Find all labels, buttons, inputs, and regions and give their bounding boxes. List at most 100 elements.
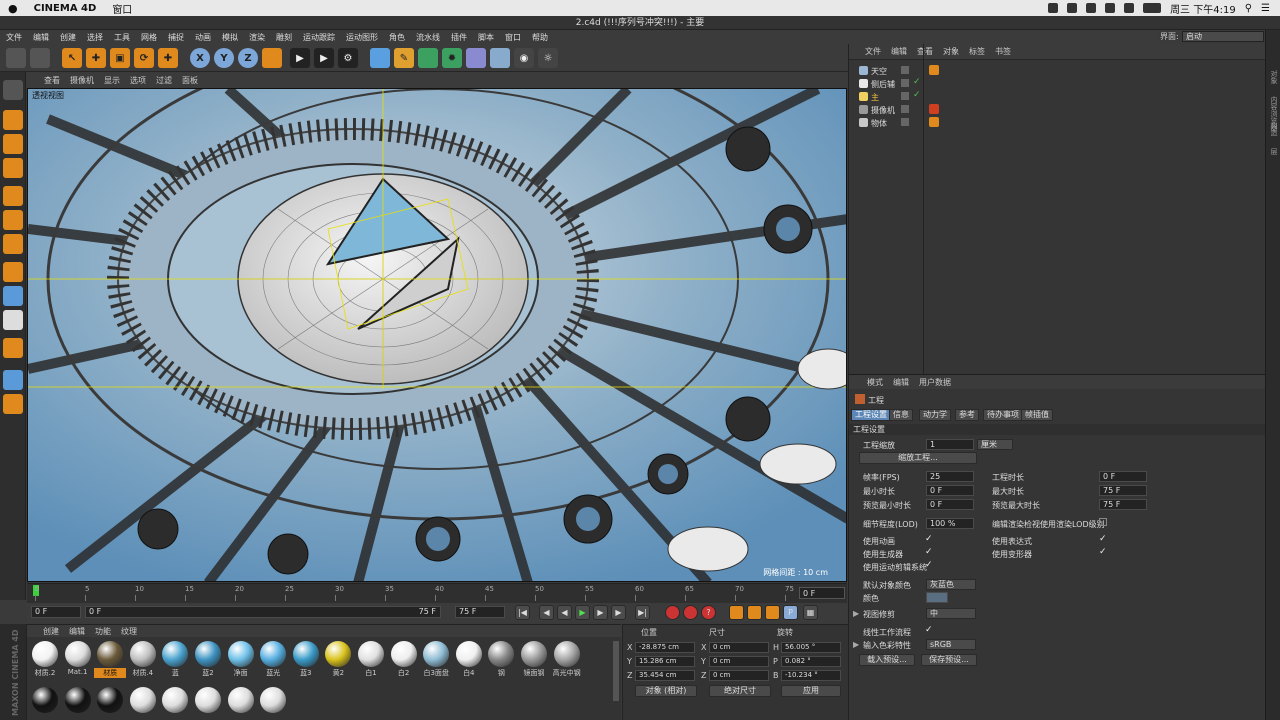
- menu-item[interactable]: 模拟: [222, 32, 238, 43]
- min-time-field[interactable]: 0 F: [926, 485, 974, 496]
- material-preview[interactable]: [227, 687, 254, 713]
- rot-b-field[interactable]: -10.234 °: [781, 670, 841, 681]
- material-item[interactable]: 材质.4: [127, 641, 159, 678]
- points-mode-icon[interactable]: [3, 186, 23, 206]
- menu-list-icon[interactable]: ☰: [1261, 3, 1270, 14]
- tweak-icon[interactable]: [3, 286, 23, 306]
- material-preview[interactable]: [64, 687, 91, 713]
- enabled-check-icon[interactable]: ✓: [913, 90, 921, 100]
- size-mode-select[interactable]: 绝对尺寸: [709, 685, 771, 697]
- perspective-viewport[interactable]: 透视视图 网格间距 : 10 cm: [27, 88, 847, 582]
- menu-item[interactable]: 动画: [195, 32, 211, 43]
- menu-item[interactable]: 流水线: [416, 32, 440, 43]
- object-row[interactable]: 摄像机: [849, 103, 1266, 116]
- polygons-mode-icon[interactable]: [3, 234, 23, 254]
- live-select-icon[interactable]: ✚: [158, 48, 178, 68]
- coord-system-icon[interactable]: [262, 48, 282, 68]
- material-item[interactable]: 材质.2: [29, 641, 61, 678]
- battery-icon[interactable]: [1143, 3, 1162, 13]
- pos-z-field[interactable]: 35.454 cm: [635, 670, 695, 681]
- render-settings-icon[interactable]: ⚙: [338, 48, 358, 68]
- menu-item[interactable]: 编辑: [33, 32, 49, 43]
- deformer-icon[interactable]: [466, 48, 486, 68]
- z-axis-icon[interactable]: Z: [238, 48, 258, 68]
- apply-button[interactable]: 应用: [781, 685, 841, 697]
- save-preset-button[interactable]: 保存预设...: [921, 654, 977, 666]
- expr-checkbox[interactable]: ✓: [1099, 534, 1107, 544]
- object-menu-item[interactable]: 查看: [917, 46, 933, 57]
- lod-field[interactable]: 100 %: [926, 518, 974, 529]
- light-icon[interactable]: ☼: [538, 48, 558, 68]
- select-icon[interactable]: ↖: [62, 48, 82, 68]
- material-item[interactable]: Mat.1: [62, 641, 94, 676]
- menu-item[interactable]: 运动图形: [346, 32, 378, 43]
- key-scale-icon[interactable]: [747, 605, 762, 620]
- visibility-icon[interactable]: [901, 105, 909, 113]
- status-icon[interactable]: [1086, 3, 1097, 13]
- material-preview[interactable]: [129, 687, 156, 713]
- axis-icon[interactable]: [3, 262, 23, 282]
- material-preview[interactable]: [97, 687, 124, 713]
- material-item[interactable]: 净面: [225, 641, 257, 678]
- material-item[interactable]: 材质: [94, 641, 127, 678]
- material-item[interactable]: 蓝3: [290, 641, 322, 678]
- menu-item[interactable]: 脚本: [478, 32, 494, 43]
- scale-unit-select[interactable]: 厘米: [977, 439, 1013, 450]
- prev-frame-icon[interactable]: ◀: [557, 605, 572, 620]
- menu-item[interactable]: 网格: [141, 32, 157, 43]
- visibility-icon[interactable]: [901, 92, 909, 100]
- material-preview[interactable]: [260, 687, 287, 713]
- attr-tab[interactable]: 信息: [889, 409, 913, 421]
- viewport-menu-item[interactable]: 显示: [104, 75, 120, 86]
- visibility-icon[interactable]: [901, 66, 909, 74]
- attr-tab[interactable]: 帧插值: [1021, 409, 1053, 421]
- next-frame-icon[interactable]: ▶: [593, 605, 608, 620]
- gen-checkbox[interactable]: ✓: [925, 547, 933, 557]
- y-axis-icon[interactable]: Y: [214, 48, 234, 68]
- current-frame-field[interactable]: 0 F: [799, 587, 845, 599]
- viewport-menu-item[interactable]: 摄像机: [70, 75, 94, 86]
- material-menu-item[interactable]: 创建: [43, 626, 59, 637]
- menu-item[interactable]: 窗口: [505, 32, 521, 43]
- render-view-icon[interactable]: ▶: [290, 48, 310, 68]
- pos-y-field[interactable]: 15.286 cm: [635, 656, 695, 667]
- timeline-ruler[interactable]: 0 5 10 15 20 25 30 35 40 45 50 55 60 65 70 75 0 F: [27, 583, 847, 603]
- deform-checkbox[interactable]: ✓: [1099, 547, 1107, 557]
- camera-icon[interactable]: ◉: [514, 48, 534, 68]
- window-menu[interactable]: 窗口: [112, 1, 132, 16]
- viewport-menu-item[interactable]: 过滤: [156, 75, 172, 86]
- colorprofile-arrow-icon[interactable]: ▶: [853, 640, 859, 649]
- workplane-icon[interactable]: [3, 158, 23, 178]
- make-editable-icon[interactable]: [3, 80, 23, 100]
- right-strip-tab[interactable]: 层: [1269, 148, 1279, 155]
- cube-icon[interactable]: [370, 48, 390, 68]
- end-frame-field[interactable]: 75 F: [455, 606, 505, 618]
- attr-tab[interactable]: 参考: [955, 409, 979, 421]
- key-pla-icon[interactable]: ▦: [803, 605, 818, 620]
- scale-field[interactable]: 1: [926, 439, 974, 450]
- clock[interactable]: 周三 下午4:19: [1170, 1, 1236, 16]
- enabled-check-icon[interactable]: ✓: [913, 77, 921, 87]
- object-menu-item[interactable]: 编辑: [891, 46, 907, 57]
- fps-field[interactable]: 25: [926, 471, 974, 482]
- status-icon[interactable]: [1067, 3, 1078, 13]
- start-frame-field[interactable]: 0 F: [31, 606, 81, 618]
- rot-h-field[interactable]: 56.005 °: [781, 642, 841, 653]
- render-picture-viewer-icon[interactable]: ▶: [314, 48, 334, 68]
- status-icon[interactable]: [1048, 3, 1059, 13]
- rot-p-field[interactable]: 0.082 °: [781, 656, 841, 667]
- menu-item[interactable]: 创建: [60, 32, 76, 43]
- menu-item[interactable]: 选择: [87, 32, 103, 43]
- magnet-icon[interactable]: [3, 338, 23, 358]
- color-swatch[interactable]: [926, 592, 948, 603]
- search-icon[interactable]: ⚲: [1245, 3, 1252, 14]
- goto-start-icon[interactable]: |◀: [515, 605, 530, 620]
- size-y-field[interactable]: 0 cm: [709, 656, 769, 667]
- object-row[interactable]: 物体: [849, 116, 1266, 129]
- right-strip-tab[interactable]: 构造: [1269, 122, 1279, 136]
- menu-item[interactable]: 插件: [451, 32, 467, 43]
- viewport-menu-item[interactable]: 面板: [182, 75, 198, 86]
- x-axis-icon[interactable]: X: [190, 48, 210, 68]
- material-preview[interactable]: [32, 687, 58, 713]
- menu-item[interactable]: 捕捉: [168, 32, 184, 43]
